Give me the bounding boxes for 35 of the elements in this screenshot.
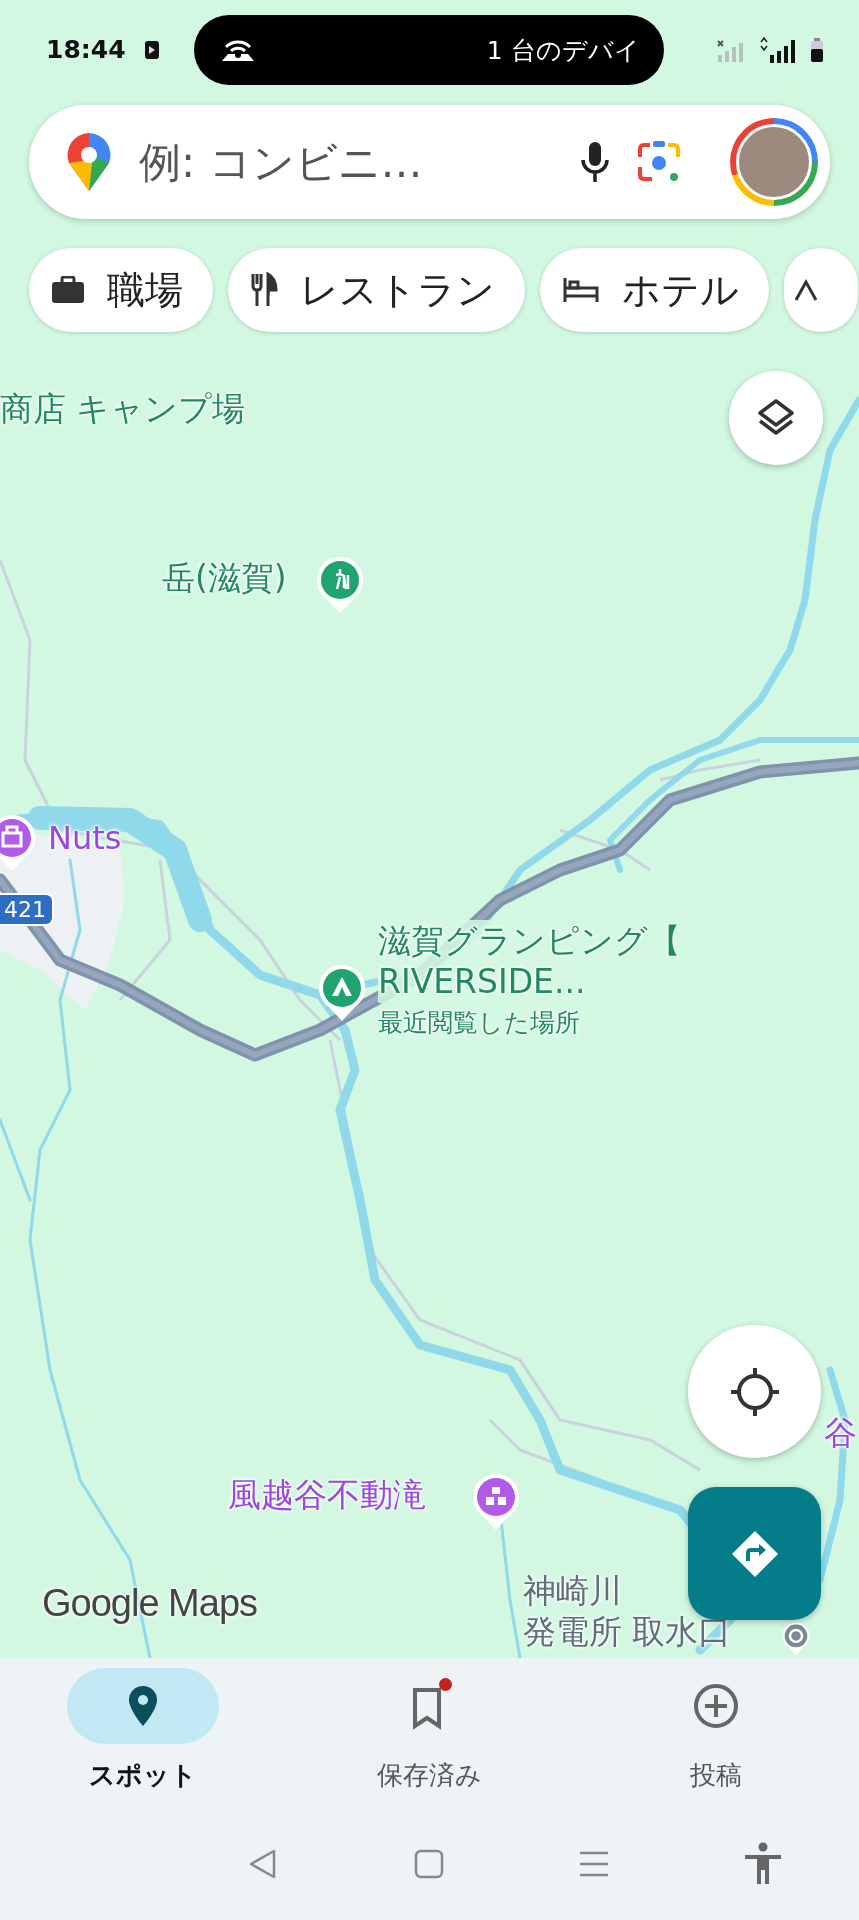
accessibility-icon[interactable] — [743, 1842, 784, 1886]
route-shield: 421 — [0, 893, 54, 926]
layers-button[interactable] — [729, 371, 823, 465]
place-label[interactable]: 谷 — [824, 1412, 857, 1454]
signal-icon — [715, 37, 746, 63]
map-pin-logo-icon — [65, 131, 113, 193]
map-view[interactable]: 421 商店 キャンプ場 岳(滋賀) Nuts 滋賀グランピング【 RIVERSIDE... 最近閲覧した場所 谷 風越谷不動滝 神崎川 発電所 取水口 Google Maps 18:44 1 台のデバイ 例: コンビニ… 職場 レストラン ホテル — [0, 0, 859, 1658]
location-pin-icon — [127, 1684, 160, 1728]
signal-5g-icon — [757, 36, 798, 64]
fork-knife-icon — [250, 272, 278, 308]
nav-tab[interactable]: スポット — [33, 1668, 254, 1808]
bed-icon — [562, 276, 600, 304]
clock: 18:44 — [46, 33, 126, 66]
category-chip[interactable]: 職場 — [29, 248, 213, 332]
place-label[interactable]: 風越谷不動滝 — [228, 1474, 426, 1516]
place-label[interactable]: 商店 キャンプ場 — [0, 388, 246, 430]
media-icon — [143, 39, 160, 61]
place-pin-icon[interactable] — [781, 1621, 811, 1658]
category-chip[interactable] — [784, 248, 858, 332]
map-logo: Google Maps — [42, 1582, 257, 1625]
category-chip[interactable]: レストラン — [228, 248, 525, 332]
place-label[interactable]: Nuts — [48, 818, 122, 858]
place-label[interactable]: 神崎川 — [523, 1570, 622, 1612]
category-chip[interactable]: ホテル — [540, 248, 769, 332]
avatar[interactable] — [730, 118, 818, 206]
place-label[interactable]: 発電所 取水口 — [523, 1611, 732, 1653]
nav-tab[interactable]: 保存済み — [319, 1668, 540, 1808]
search-bar[interactable]: 例: コンビニ… — [29, 105, 830, 219]
battery-icon — [809, 37, 824, 63]
briefcase-icon — [51, 276, 85, 304]
nav-tab[interactable]: 投稿 — [605, 1668, 826, 1808]
place-label[interactable]: 岳(滋賀) — [162, 557, 287, 599]
search-field[interactable]: 例: コンビニ… — [137, 136, 554, 188]
add-circle-icon — [691, 1682, 740, 1730]
notification-pill[interactable]: 1 台のデバイ — [193, 15, 664, 85]
